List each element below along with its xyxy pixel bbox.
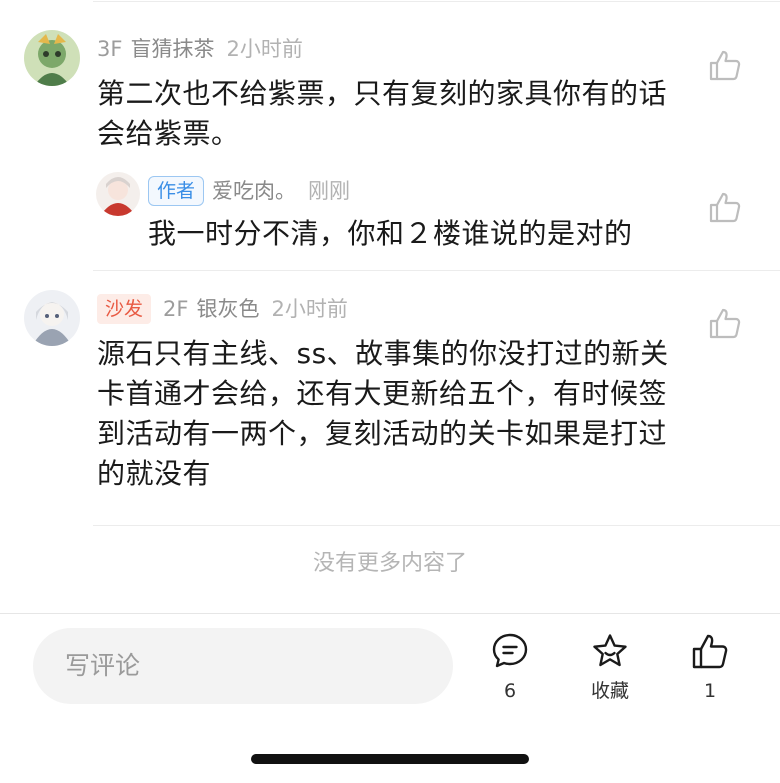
avatar[interactable] bbox=[24, 290, 80, 346]
comment-text-line: 卡首通才会给，还有大更新给五个，有时候签 bbox=[97, 377, 668, 410]
comment-text-line: 会给紫票。 bbox=[97, 117, 240, 150]
end-of-list-text: 没有更多内容了 bbox=[312, 551, 467, 576]
favorite-label: 收藏 bbox=[590, 680, 629, 702]
comment-meta: 3F 盲猜抹茶 2小时前 bbox=[97, 35, 303, 63]
comment-bubble-icon bbox=[492, 633, 528, 668]
top-divider bbox=[93, 1, 780, 2]
like-button[interactable] bbox=[708, 306, 742, 340]
comment-input[interactable]: 写评论 bbox=[33, 628, 453, 704]
comment-text-line: 到活动有一两个，复刻活动的关卡如果是打过 bbox=[97, 417, 668, 450]
thumbs-up-icon bbox=[709, 50, 741, 81]
floor-number: 2F bbox=[163, 297, 189, 321]
comment-meta: 沙发 2F 银灰色 2小时前 bbox=[97, 294, 348, 324]
reply-text: 我一时分不清，你和２楼谁说的是对的 bbox=[148, 217, 633, 250]
reply-avatar[interactable] bbox=[96, 172, 140, 216]
timestamp: 2小时前 bbox=[271, 297, 348, 321]
username[interactable]: 盲猜抹茶 bbox=[130, 35, 214, 63]
floor-number: 3F bbox=[97, 37, 123, 61]
like-count: 1 bbox=[703, 680, 717, 702]
thumbs-up-icon bbox=[709, 308, 741, 339]
like-post-button[interactable]: 1 bbox=[670, 632, 750, 706]
avatar[interactable] bbox=[24, 30, 80, 86]
thumbs-up-icon bbox=[692, 634, 728, 669]
sofa-badge: 沙发 bbox=[97, 294, 152, 324]
thumbs-up-icon bbox=[709, 192, 741, 223]
comment-divider bbox=[93, 525, 780, 526]
comment-divider bbox=[93, 270, 780, 271]
comment-text-line: 第二次也不给紫票，只有复刻的家具你有的话 bbox=[97, 77, 668, 110]
home-indicator[interactable] bbox=[251, 754, 529, 764]
comments-button[interactable]: 6 bbox=[470, 632, 550, 706]
comment-text: 第二次也不给紫票，只有复刻的家具你有的话 会给紫票。 bbox=[97, 74, 667, 154]
comment-text-line: 的就没有 bbox=[97, 457, 212, 490]
author-badge: 作者 bbox=[148, 176, 205, 206]
like-button[interactable] bbox=[708, 48, 742, 82]
reply-timestamp: 刚刚 bbox=[308, 179, 351, 203]
reply-username[interactable]: 爱吃肉。 bbox=[212, 177, 296, 205]
comment-text: 源石只有主线、ss、故事集的你没打过的新关 卡首通才会给，还有大更新给五个，有时… bbox=[97, 334, 669, 494]
star-icon bbox=[593, 634, 627, 667]
username[interactable]: 银灰色 bbox=[196, 295, 259, 323]
reply-like-button[interactable] bbox=[708, 190, 742, 224]
comment-text-line: 源石只有主线、ss、故事集的你没打过的新关 bbox=[97, 337, 669, 370]
timestamp: 2小时前 bbox=[226, 37, 303, 61]
reply-meta: 作者 爱吃肉。 刚刚 bbox=[148, 176, 350, 206]
favorite-button[interactable]: 收藏 bbox=[570, 632, 650, 706]
comment-count: 6 bbox=[503, 680, 517, 702]
